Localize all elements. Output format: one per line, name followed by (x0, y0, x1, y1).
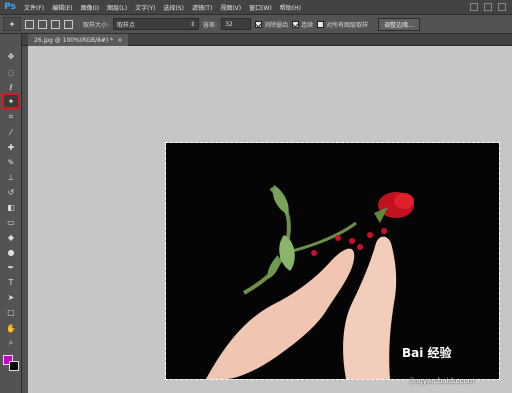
healing-icon[interactable]: ✚ (4, 141, 18, 153)
sample-size-label: 取样大小: (83, 21, 110, 29)
history-brush-icon[interactable]: ↺ (4, 186, 18, 198)
add-selection-icon[interactable] (38, 19, 47, 29)
document-tab-title: 26.jpg @ 100%(RGB/8#) * (34, 36, 114, 44)
eyedropper-icon[interactable]: ⁄ (4, 126, 18, 138)
gradient-icon[interactable]: ▭ (4, 216, 18, 228)
path-select-icon[interactable]: ➤ (4, 291, 18, 303)
left-hand (206, 248, 355, 379)
menu-window[interactable]: 窗口(W) (245, 3, 276, 12)
options-bar: ✦ 取样大小: 取样点 ⇕ 容差: 32 消除锯齿 连续 对所有图层取样 调整边… (0, 14, 512, 34)
minimize-icon[interactable] (470, 3, 478, 11)
contiguous-option[interactable]: 连续 (292, 20, 313, 29)
menu-layer[interactable]: 图层(L) (103, 3, 131, 12)
antialias-label: 消除锯齿 (264, 21, 289, 29)
workspace-edge (22, 46, 28, 393)
marquee-icon[interactable]: ◌ (4, 66, 18, 78)
magic-wand-icon: ✦ (8, 19, 16, 29)
maximize-icon[interactable] (484, 3, 492, 11)
menu-bar: Ps 文件(F) 编辑(E) 图像(I) 图层(L) 文字(Y) 选择(S) 滤… (0, 0, 512, 14)
rose-petal (394, 193, 414, 209)
type-icon[interactable]: T (4, 276, 18, 288)
dodge-icon[interactable]: ● (4, 246, 18, 258)
blur-icon[interactable]: ◆ (4, 231, 18, 243)
rose-stem-upper (283, 221, 357, 255)
contiguous-checkbox[interactable] (292, 20, 300, 28)
shape-icon[interactable]: ▢ (4, 306, 18, 318)
close-icon[interactable]: × (117, 37, 122, 44)
watermark-logo: Bai 经验 (402, 346, 452, 360)
brush-icon[interactable]: ✎ (4, 156, 18, 168)
rose-leaf (267, 255, 280, 279)
nail (381, 228, 387, 234)
menu-edit[interactable]: 编辑(E) (48, 3, 76, 12)
crop-icon[interactable]: ⌗ (4, 111, 18, 123)
menu-help[interactable]: 帮助(H) (276, 3, 305, 12)
background-color-swatch[interactable] (9, 361, 19, 371)
menu-view[interactable]: 视图(V) (216, 3, 245, 12)
document-tab-bar: 26.jpg @ 100%(RGB/8#) * × (22, 34, 512, 46)
zoom-icon[interactable]: ⌕ (4, 337, 18, 349)
nail (349, 238, 355, 244)
tools-panel: ✥ ◌ ℓ ✦ ⌗ ⁄ ✚ ✎ ⊥ ↺ ◧ ▭ ◆ ● ✒ T ➤ ▢ ✋ ⌕ (0, 34, 22, 393)
pen-icon[interactable]: ✒ (4, 261, 18, 273)
rose-leaf (272, 185, 289, 215)
document-tab[interactable]: 26.jpg @ 100%(RGB/8#) * × (28, 34, 129, 46)
sample-all-layers-checkbox[interactable] (317, 20, 325, 28)
chevron-down-icon: ⇕ (190, 20, 196, 28)
antialias-checkbox[interactable] (255, 20, 263, 28)
intersect-selection-icon[interactable] (64, 19, 73, 29)
window-controls (470, 3, 512, 11)
sample-all-layers-option[interactable]: 对所有图层取样 (317, 20, 368, 29)
sample-all-layers-label: 对所有图层取样 (326, 21, 369, 29)
eraser-icon[interactable]: ◧ (4, 201, 18, 213)
nail (335, 235, 341, 241)
rose-leaf (279, 235, 295, 271)
tool-preset-picker[interactable]: ✦ (3, 17, 21, 31)
hand-icon[interactable]: ✋ (4, 322, 18, 334)
new-selection-icon[interactable] (25, 19, 34, 29)
subtract-selection-icon[interactable] (51, 19, 60, 29)
nail (311, 250, 317, 256)
menu-image[interactable]: 图像(I) (77, 3, 103, 12)
tolerance-label: 容差: (203, 21, 218, 29)
contiguous-label: 连续 (301, 21, 314, 29)
menu-select[interactable]: 选择(S) (159, 3, 188, 12)
stamp-icon[interactable]: ⊥ (4, 171, 18, 183)
menu-file[interactable]: 文件(F) (20, 3, 48, 12)
menu-type[interactable]: 文字(Y) (131, 3, 159, 12)
menu-filter[interactable]: 滤镜(T) (188, 3, 216, 12)
lasso-icon[interactable]: ℓ (4, 81, 18, 93)
move-icon[interactable]: ✥ (4, 50, 18, 62)
tolerance-input[interactable]: 32 (221, 18, 252, 30)
antialias-option[interactable]: 消除锯齿 (255, 20, 288, 29)
magic-wand-icon[interactable]: ✦ (2, 93, 20, 109)
sample-size-value: 取样点 (117, 21, 136, 29)
watermark-url: jingyan.baidu.com (410, 377, 475, 385)
close-icon[interactable] (498, 3, 506, 11)
refine-edge-button[interactable]: 调整边缘... (378, 17, 420, 31)
nail (357, 244, 363, 250)
nail (367, 232, 373, 238)
photoshop-logo: Ps (4, 2, 16, 12)
sample-size-select[interactable]: 取样点 ⇕ (113, 18, 200, 30)
